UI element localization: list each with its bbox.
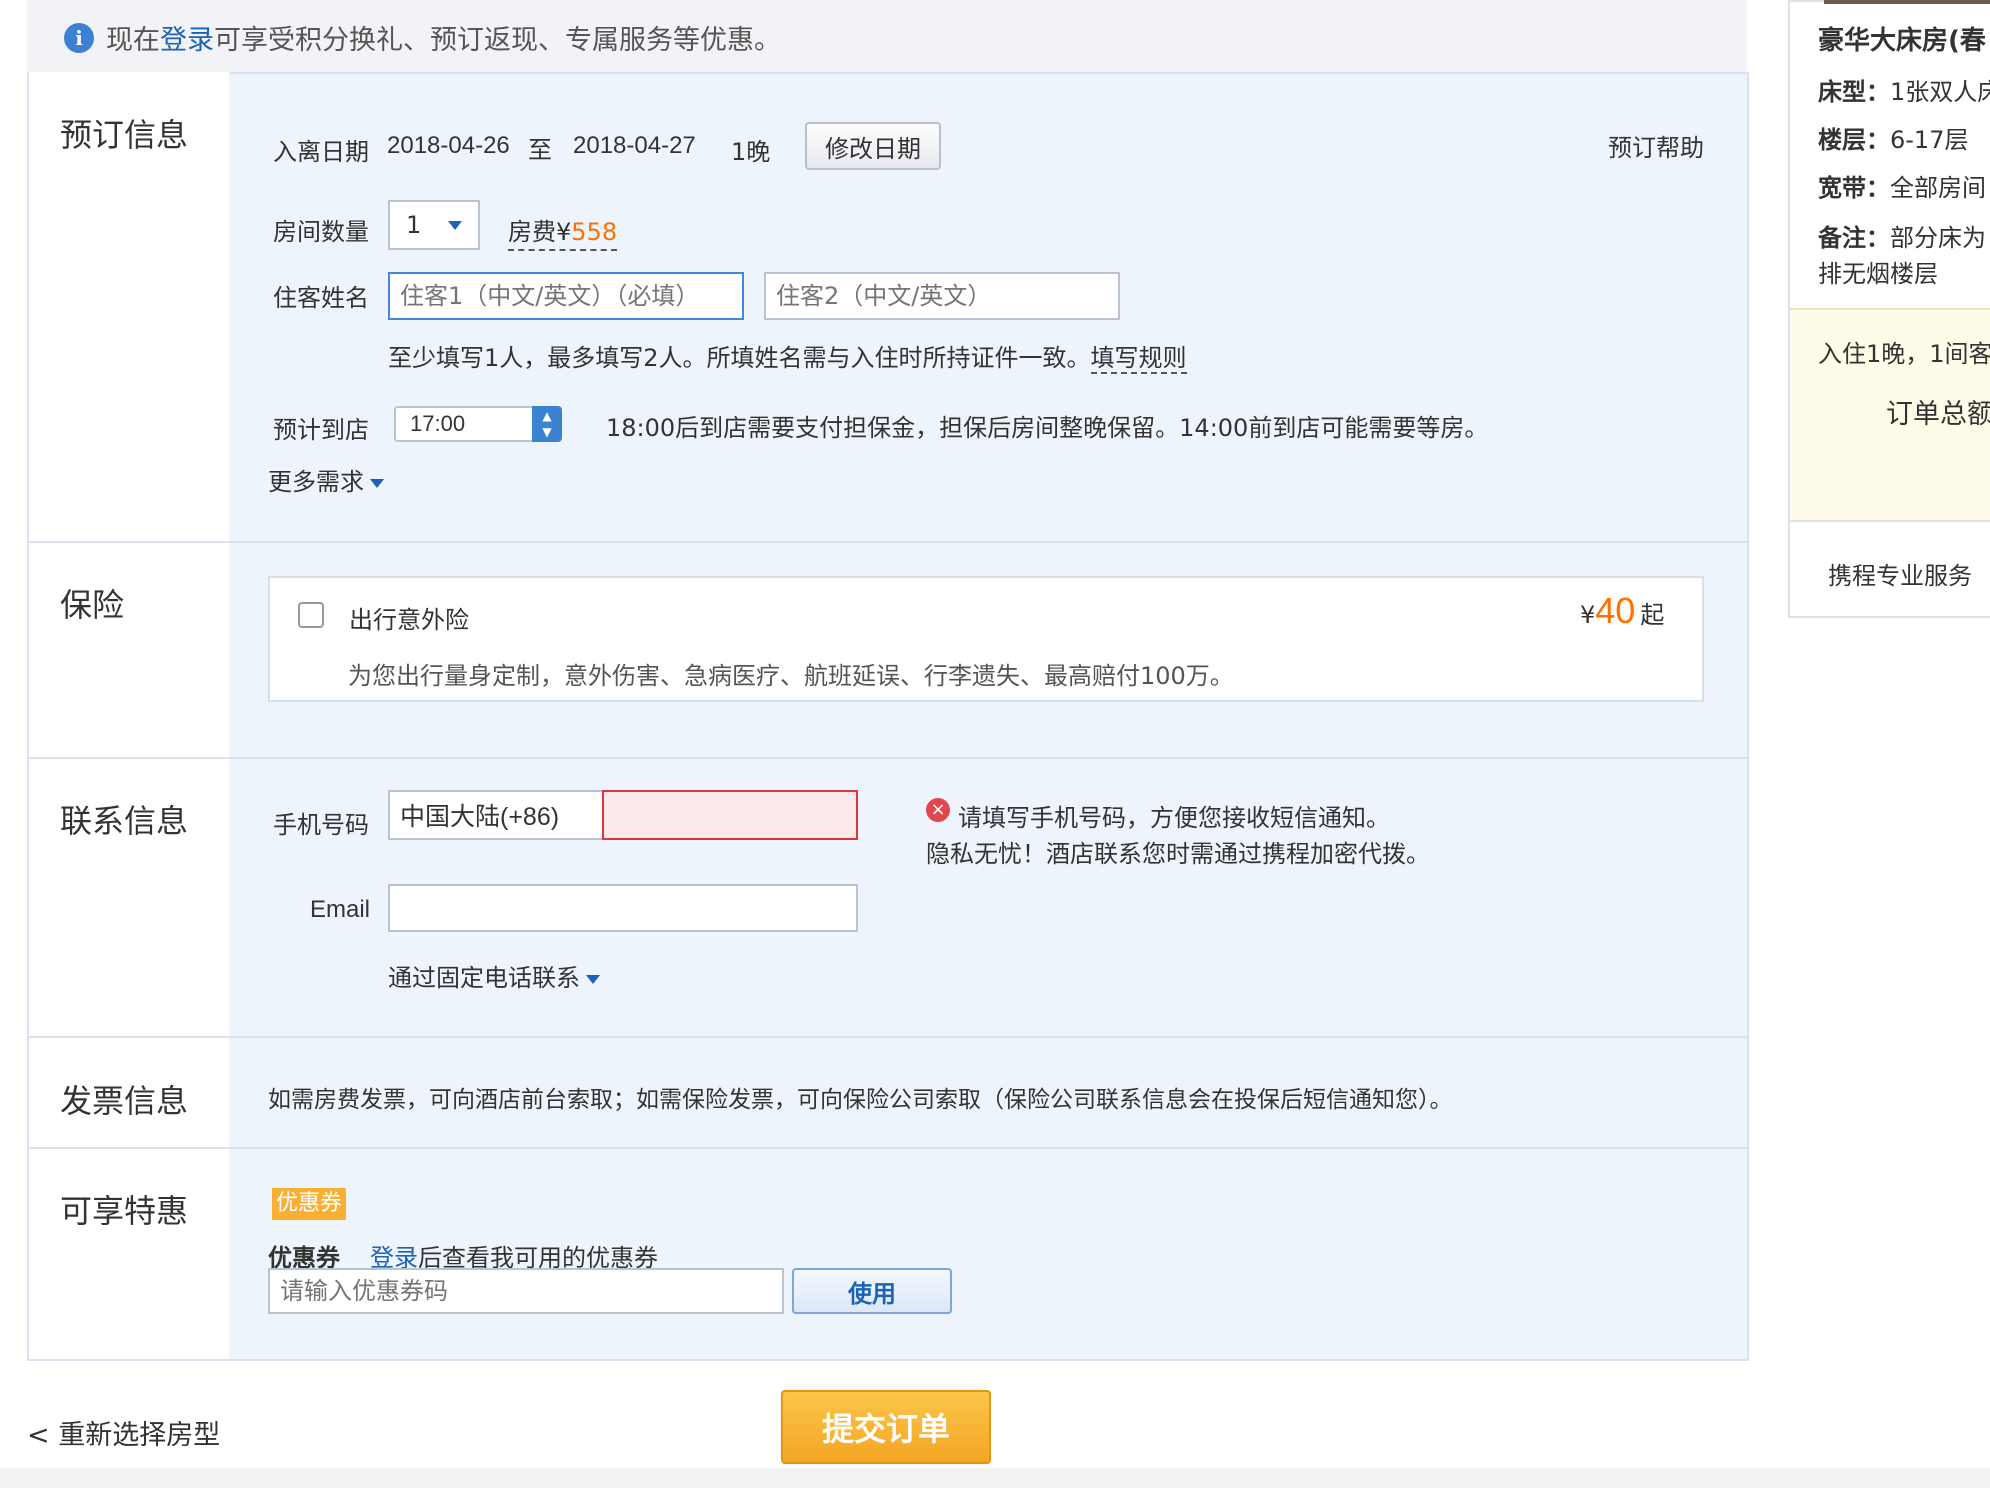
section-divider	[27, 757, 1747, 759]
more-requests-label: 更多需求	[268, 468, 364, 496]
arrival-hint: 18:00后到店需要支付担保金，担保后房间整晚保留。14:00前到店可能需要等房…	[606, 414, 1489, 442]
section-title-booking: 预订信息	[60, 116, 189, 154]
landline-contact-link[interactable]: 通过固定电话联系	[388, 958, 600, 993]
country-code-value: 中国大陆(+86)	[400, 803, 560, 831]
broadband-value: 全部房间	[1890, 174, 1986, 202]
insurance-checkbox[interactable]	[298, 602, 324, 628]
room-count-label: 房间数量	[273, 218, 369, 246]
section-title-insurance: 保险	[60, 586, 125, 624]
section-divider	[27, 541, 1747, 543]
checkin-date: 2018-04-26	[387, 132, 510, 159]
section-label-column	[27, 72, 229, 1359]
notice-suffix: 可享受积分换礼、预订返现、专属服务等优惠。	[214, 25, 781, 56]
section-title-invoice: 发票信息	[60, 1082, 189, 1120]
insurance-price-value: 40	[1595, 590, 1636, 631]
fill-rules-link[interactable]: 填写规则	[1090, 344, 1187, 374]
room-note-line2: 排无烟楼层	[1818, 260, 1938, 288]
caret-down-icon	[586, 974, 600, 984]
reselect-room-link[interactable]: < 重新选择房型	[27, 1413, 220, 1452]
room-note-value: 部分床为	[1890, 224, 1986, 252]
landline-contact-label: 通过固定电话联系	[388, 964, 580, 992]
room-count-value: 1	[406, 211, 422, 239]
coupon-badge: 优惠券	[272, 1188, 347, 1220]
guest-hint: 至少填写1人，最多填写2人。所填姓名需与入住时所持证件一致。填写规则	[388, 338, 1187, 374]
notice-prefix: 现在	[106, 25, 160, 56]
arrival-time-label: 预计到店	[273, 416, 369, 444]
caret-down-icon	[370, 478, 384, 488]
notice-login-link[interactable]: 登录	[160, 25, 214, 56]
guest2-name-input[interactable]	[764, 272, 1120, 320]
date-separator: 至	[528, 136, 552, 164]
guest-hint-text: 至少填写1人，最多填写2人。所填姓名需与入住时所持证件一致。	[388, 344, 1091, 372]
insurance-name: 出行意外险	[349, 606, 469, 634]
room-note-label: 备注：	[1818, 224, 1890, 252]
section-divider	[27, 1147, 1747, 1149]
broadband-info: 宽带：全部房间	[1818, 168, 1986, 203]
section-title-offers: 可享特惠	[60, 1192, 189, 1230]
ctrip-service-link[interactable]: 携程专业服务	[1828, 556, 1972, 591]
guest-name-label: 住客姓名	[273, 284, 369, 312]
bed-type-value: 1张双人床	[1890, 78, 1990, 106]
more-requests-link[interactable]: 更多需求	[268, 462, 384, 497]
checkout-date: 2018-04-27	[573, 132, 696, 159]
privacy-note: 隐私无忧！酒店联系您时需通过携程加密代拨。	[926, 840, 1430, 868]
email-label: Email	[310, 896, 371, 923]
insurance-price: ¥40 起	[1580, 590, 1664, 632]
order-total-label: 订单总额	[1886, 399, 1990, 430]
nights-count: 1晚	[731, 138, 771, 166]
error-icon: ×	[926, 798, 950, 822]
section-title-contact: 联系信息	[60, 802, 189, 840]
insurance-price-suffix: 起	[1640, 601, 1665, 629]
section-divider	[27, 1036, 1747, 1038]
side-divider	[1790, 520, 1990, 522]
floor-info: 楼层：6-17层	[1818, 120, 1968, 155]
room-photo	[1824, 0, 1990, 4]
bed-type: 床型：1张双人床	[1818, 72, 1990, 107]
room-note: 备注：部分床为	[1818, 218, 1986, 253]
booking-help-link[interactable]: 预订帮助	[1608, 128, 1704, 163]
insurance-price-symbol: ¥	[1580, 601, 1596, 629]
room-fee[interactable]: 房费¥558	[508, 212, 618, 251]
coupon-code-input[interactable]	[268, 1268, 784, 1314]
room-fee-label: 房费¥	[508, 218, 572, 246]
invoice-text: 如需房费发票，可向酒店前台索取；如需保险发票，可向保险公司索取（保险公司联系信息…	[268, 1087, 1453, 1113]
order-form-panel	[27, 72, 1749, 1361]
stepper-arrows-icon[interactable]: ▲ ▼	[532, 406, 562, 442]
info-icon: i	[64, 23, 94, 53]
page-bottom-strip	[0, 1468, 1990, 1488]
use-coupon-button[interactable]: 使用	[792, 1268, 952, 1314]
insurance-description: 为您出行量身定制，意外伤害、急病医疗、航班延误、行李遗失、最高赔付100万。	[348, 662, 1234, 690]
guest1-name-input[interactable]	[388, 272, 744, 320]
floor-value: 6-17层	[1890, 126, 1969, 154]
modify-date-button[interactable]: 修改日期	[805, 122, 941, 170]
phone-input[interactable]	[602, 790, 858, 840]
floor-label: 楼层：	[1818, 126, 1890, 154]
chevron-down-icon	[448, 220, 462, 230]
phone-error-message: 请填写手机号码，方便您接收短信通知。	[958, 804, 1390, 832]
room-fee-value: 558	[571, 218, 618, 246]
date-label: 入离日期	[273, 138, 369, 166]
room-count-select[interactable]: 1	[388, 200, 480, 250]
room-name: 豪华大床房(春	[1818, 26, 1986, 56]
phone-label: 手机号码	[273, 811, 369, 839]
stay-info: 入住1晚，1间客	[1818, 340, 1990, 368]
notice-text: 现在登录可享受积分换礼、预订返现、专属服务等优惠。	[106, 18, 781, 57]
submit-order-button[interactable]: 提交订单	[781, 1390, 991, 1464]
email-input[interactable]	[388, 884, 858, 932]
bed-type-label: 床型：	[1818, 78, 1890, 106]
country-code-select[interactable]: 中国大陆(+86)	[388, 790, 604, 840]
broadband-label: 宽带：	[1818, 174, 1890, 202]
arrival-time-value: 17:00	[410, 411, 466, 436]
